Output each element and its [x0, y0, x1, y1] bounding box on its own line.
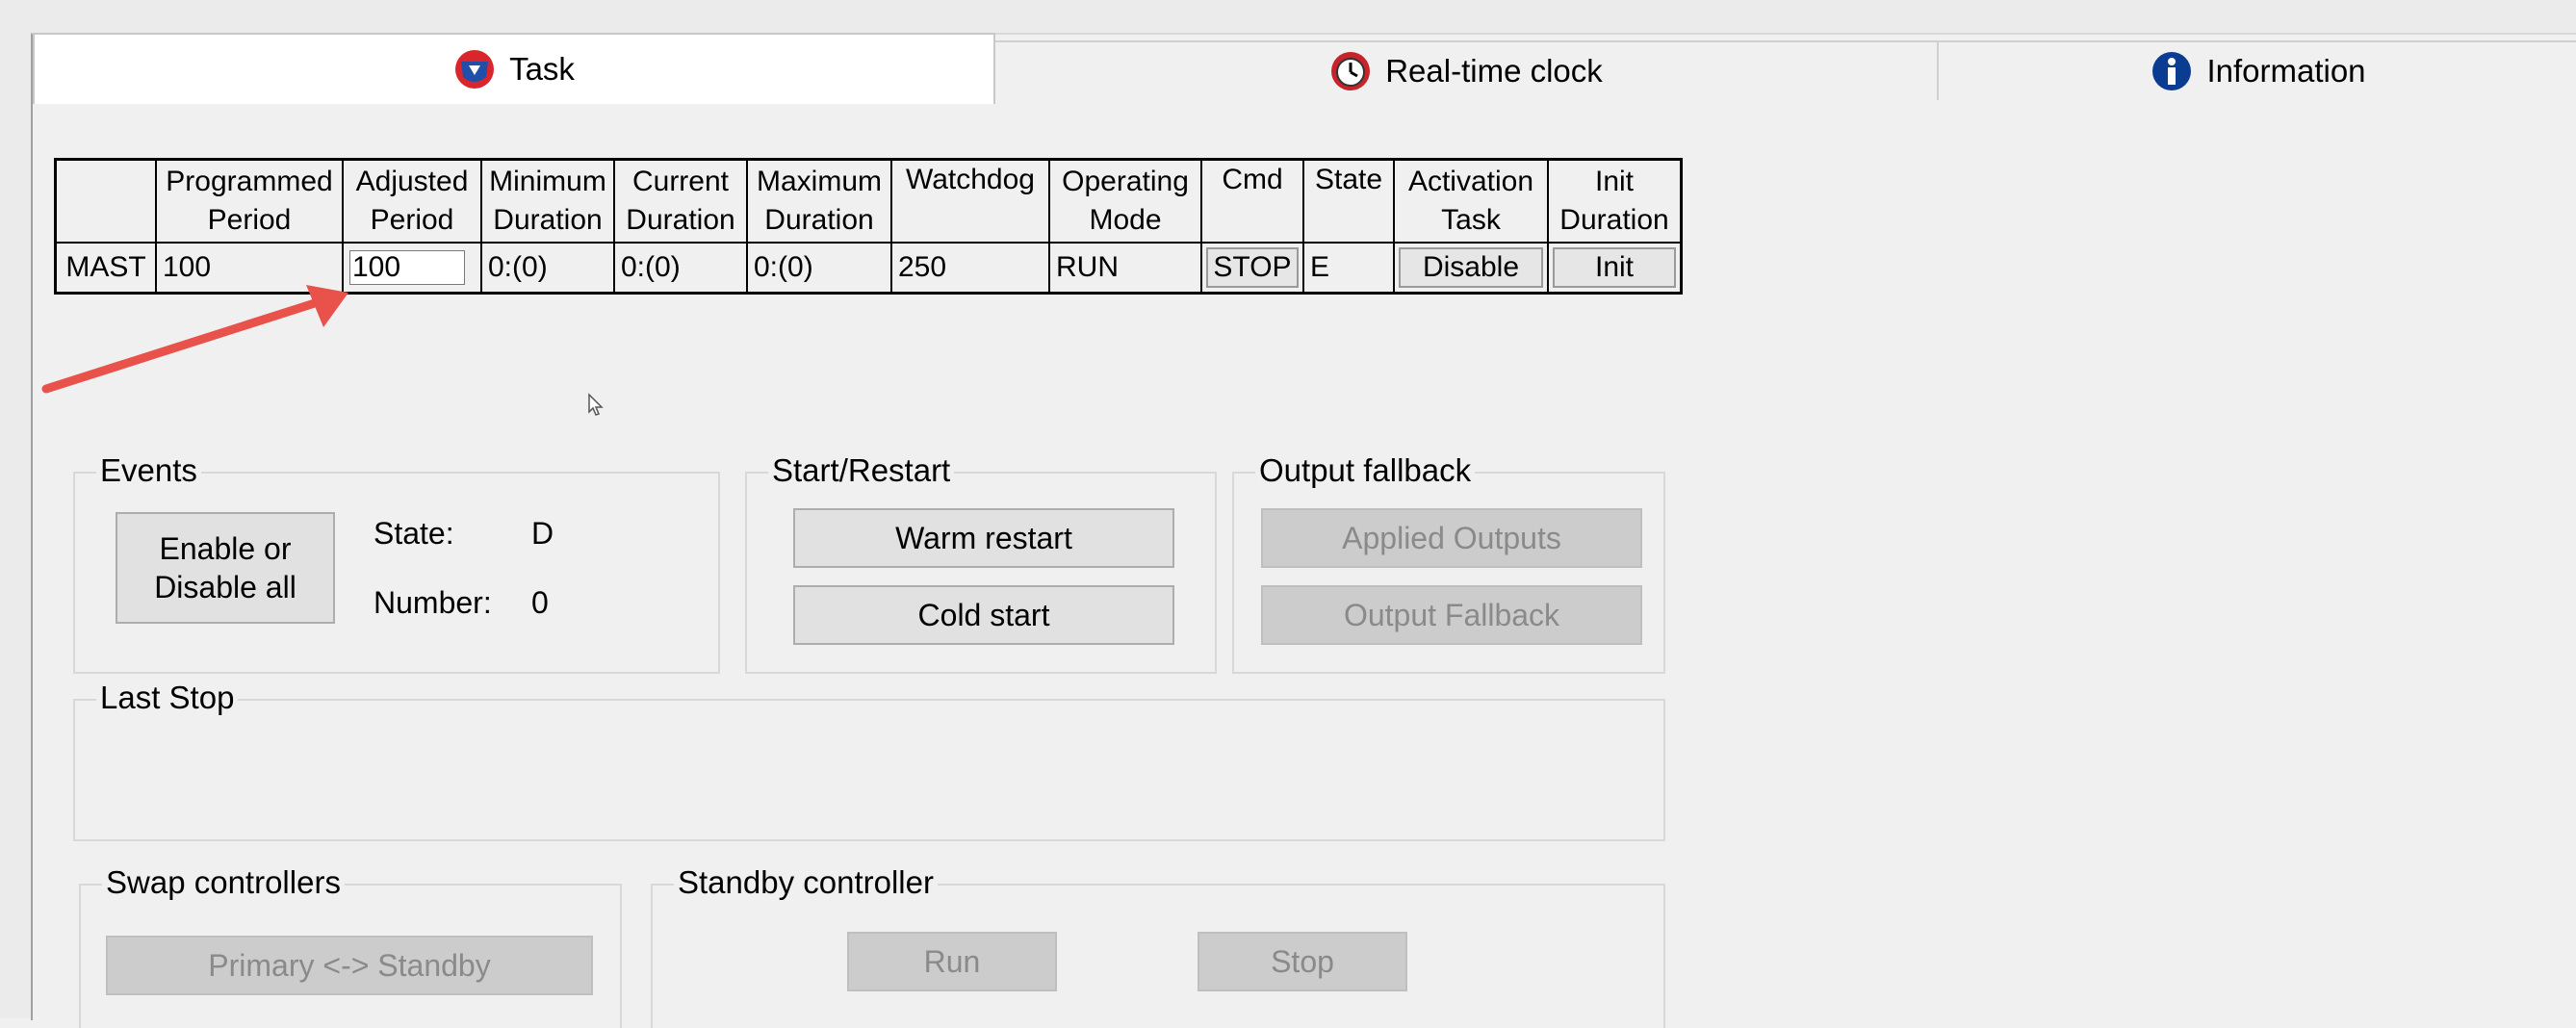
column-header: [54, 158, 157, 244]
applied-outputs-button[interactable]: Applied Outputs: [1261, 508, 1642, 568]
mouse-cursor-icon: [588, 393, 604, 416]
tab-real-time-clock[interactable]: Real-time clock: [992, 40, 1941, 100]
events-number-label: Number:: [374, 585, 492, 620]
start-restart-group: Start/Restart Warm restart Cold start: [745, 452, 1217, 674]
tab-information[interactable]: Information: [1937, 40, 2576, 100]
maximum-duration-cell: 0:(0): [746, 242, 892, 295]
column-header: Watchdog: [890, 158, 1050, 244]
column-header: Activation Task: [1393, 158, 1549, 244]
state-cell: E: [1302, 242, 1395, 295]
events-state-label: State:: [374, 516, 454, 551]
tab-bar: Task Real-time clock Information: [33, 33, 2576, 104]
stop-cmd-button[interactable]: STOP: [1206, 247, 1299, 288]
enable-disable-all-button[interactable]: Enable or Disable all: [116, 512, 335, 624]
operating-mode-cell: RUN: [1048, 242, 1202, 295]
column-header: Adjusted Period: [342, 158, 482, 244]
swap-controllers-group: Swap controllers Primary <-> Standby: [79, 864, 622, 1028]
tab-information-label: Information: [2206, 53, 2366, 89]
output-fallback-button[interactable]: Output Fallback: [1261, 585, 1642, 645]
tab-real-time-clock-label: Real-time clock: [1385, 53, 1603, 89]
adjusted-period-input[interactable]: [349, 250, 465, 285]
events-state-value: D: [531, 516, 554, 551]
events-group: Events Enable or Disable all State: D Nu…: [73, 452, 720, 674]
column-header: Programmed Period: [155, 158, 344, 244]
minimum-duration-cell: 0:(0): [480, 242, 615, 295]
last-stop-group: Last Stop: [73, 680, 1665, 841]
cmd-cell: STOP: [1200, 242, 1304, 295]
standby-run-button[interactable]: Run: [847, 932, 1057, 991]
watchdog-cell: 250: [890, 242, 1050, 295]
disable-task-button[interactable]: Disable: [1399, 247, 1543, 288]
task-icon: [455, 50, 495, 89]
init-button[interactable]: Init: [1553, 247, 1676, 288]
column-header: State: [1302, 158, 1395, 244]
init-cell: Init: [1547, 242, 1683, 295]
start-restart-title: Start/Restart: [768, 452, 955, 489]
column-header: Cmd: [1200, 158, 1304, 244]
tab-task-label: Task: [509, 51, 575, 87]
tab-task[interactable]: Task: [33, 33, 995, 104]
activation-cell: Disable: [1393, 242, 1549, 295]
primary-standby-swap-button[interactable]: Primary <-> Standby: [106, 936, 593, 995]
clock-icon: [1331, 52, 1371, 90]
cold-start-button[interactable]: Cold start: [793, 585, 1174, 645]
swap-controllers-title: Swap controllers: [102, 864, 345, 901]
column-header: Minimum Duration: [480, 158, 615, 244]
standby-controller-title: Standby controller: [674, 864, 938, 901]
info-icon: [2152, 52, 2192, 90]
warm-restart-button[interactable]: Warm restart: [793, 508, 1174, 568]
current-duration-cell: 0:(0): [613, 242, 748, 295]
output-fallback-title: Output fallback: [1255, 452, 1476, 489]
column-header: Operating Mode: [1048, 158, 1202, 244]
table-header-row: Programmed Period Adjusted Period Minimum D…: [54, 158, 1683, 244]
column-header: Init Duration: [1547, 158, 1683, 244]
events-title: Events: [96, 452, 201, 489]
last-stop-title: Last Stop: [96, 680, 239, 716]
standby-controller-group: Standby controller Run Stop: [651, 864, 1665, 1028]
standby-stop-button[interactable]: Stop: [1198, 932, 1407, 991]
column-header: Maximum Duration: [746, 158, 892, 244]
column-header: Current Duration: [613, 158, 748, 244]
task-table: Programmed Period Adjusted Period Minimum D…: [54, 158, 1683, 295]
annotation-arrow-icon: [41, 285, 348, 394]
output-fallback-group: Output fallback Applied Outputs Output F…: [1232, 452, 1665, 674]
events-number-value: 0: [531, 585, 549, 620]
